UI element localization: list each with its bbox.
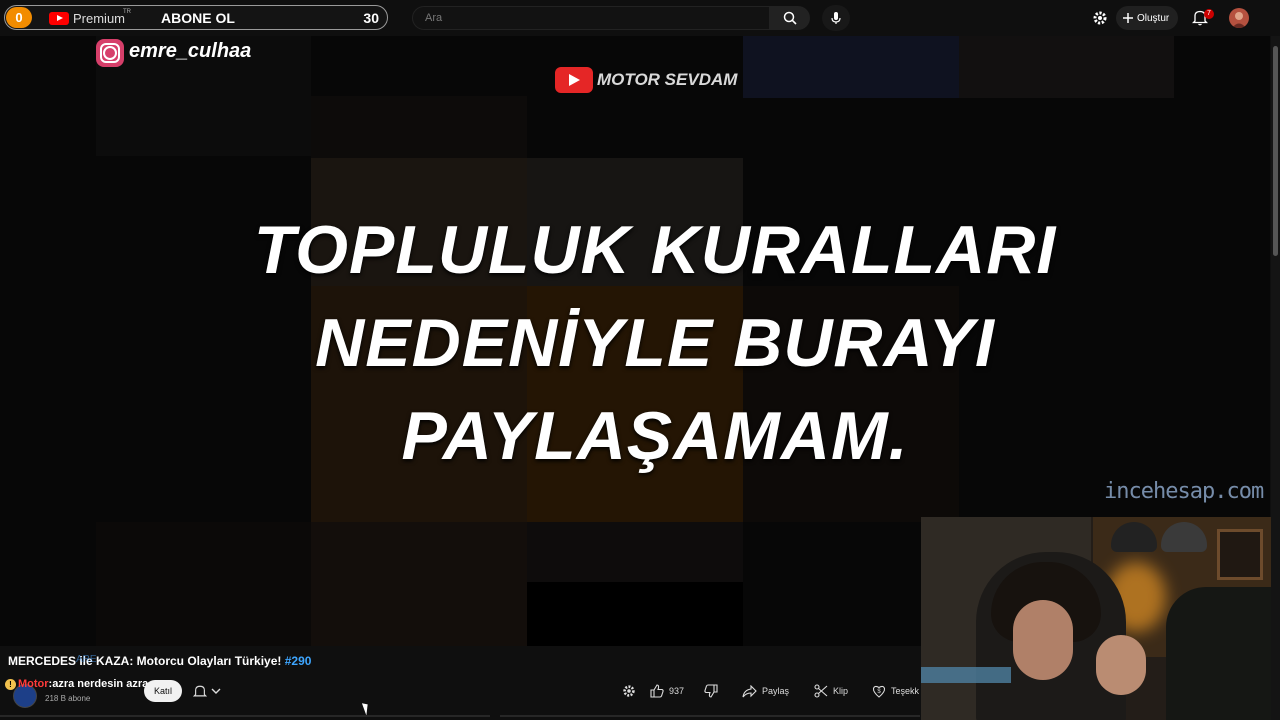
thanks-label: Teşekk — [891, 686, 920, 696]
background-tile — [96, 522, 311, 646]
subscription-bell-button[interactable] — [193, 680, 235, 702]
gear-icon[interactable] — [1092, 10, 1108, 26]
community-guidelines-notice: TOPLULUK KURALLARI NEDENİYLE BURAYI PAYL… — [220, 204, 1090, 483]
bell-icon — [193, 685, 207, 696]
chat-username: Motor — [18, 678, 49, 690]
notification-count-badge: 7 — [1204, 9, 1214, 19]
notice-line: NEDENİYLE BURAYI — [315, 305, 995, 381]
thumbs-up-icon — [650, 684, 664, 698]
gear-button[interactable] — [622, 680, 636, 702]
dislike-button[interactable] — [704, 680, 718, 702]
create-button[interactable]: Oluştur — [1116, 6, 1178, 30]
super-thanks-icon: $ — [872, 685, 886, 698]
region-label: TR — [123, 9, 131, 15]
video-title: MERCEDES ile KAZA: Motorcu Olayları Türk… — [8, 654, 311, 668]
instagram-handle: emre_culhaa — [129, 40, 252, 62]
microphone-icon — [831, 12, 841, 24]
streamer-face — [1013, 600, 1073, 680]
clip-label: Klip — [833, 686, 849, 696]
chevron-down-icon — [211, 688, 221, 694]
video-title-text: MERCEDES ile KAZA: Motorcu Olayları Türk… — [8, 654, 282, 668]
background-tile — [743, 36, 959, 98]
create-label: Oluştur — [1137, 12, 1170, 24]
clip-button[interactable]: Klip — [814, 680, 848, 702]
mouse-cursor-icon — [361, 701, 372, 716]
premium-label: Premium — [73, 11, 126, 26]
counter-badge: 0 — [6, 7, 32, 28]
divider — [0, 715, 490, 717]
like-count: 937 — [669, 686, 685, 696]
notice-line: TOPLULUK KURALLARI — [253, 212, 1057, 288]
search-input[interactable]: Ara — [412, 6, 770, 30]
channel-logo-icon — [555, 67, 593, 93]
picture-frame — [1217, 529, 1263, 580]
webcam-overlay — [921, 517, 1280, 720]
subscribe-cta: ABONE OL — [161, 10, 235, 26]
sponsor-watermark: incehesap.com — [1104, 479, 1264, 504]
jacket-image — [1166, 587, 1280, 720]
voice-search-button[interactable] — [822, 5, 850, 31]
microphone-arm — [921, 667, 1011, 683]
subscriber-count: 218 B abone — [45, 694, 91, 703]
chat-overlay-text: ARE — [76, 654, 97, 665]
top-bar: 0 Premium TR ABONE OL 30 Ara Oluştur 7 — [0, 0, 1280, 36]
search-button[interactable] — [770, 6, 810, 30]
thanks-button[interactable]: $ Teşekk — [872, 680, 919, 702]
plus-icon — [1123, 13, 1133, 23]
page-scrollbar[interactable] — [1271, 36, 1280, 720]
notice-line: PAYLAŞAMAM. — [401, 398, 909, 474]
gear-icon — [623, 685, 635, 697]
chat-alert-icon: ! — [5, 679, 16, 690]
like-button[interactable]: 937 — [650, 680, 684, 702]
youtube-logo-icon — [49, 12, 69, 25]
share-button[interactable]: Paylaş — [742, 680, 789, 702]
chat-text: azra nerdesin azra — [52, 678, 149, 690]
search-icon — [783, 11, 797, 25]
join-button[interactable]: Katıl — [144, 680, 182, 702]
svg-text:$: $ — [877, 689, 881, 695]
background-tile — [527, 522, 743, 582]
avatar[interactable] — [1229, 8, 1249, 28]
background-tile — [527, 582, 743, 646]
chat-message: Motor:azra nerdesin azra — [18, 678, 148, 690]
scrollbar-thumb[interactable] — [1273, 46, 1278, 256]
streamer-hand — [1096, 635, 1146, 695]
video-hashtag[interactable]: #290 — [285, 654, 312, 668]
search-placeholder: Ara — [425, 12, 443, 24]
scissors-icon — [814, 684, 828, 698]
background-tile — [311, 522, 527, 646]
subscribe-count: 30 — [363, 10, 379, 26]
share-icon — [742, 684, 757, 697]
background-tile — [959, 36, 1174, 98]
subscribe-counter-widget: 0 Premium TR ABONE OL 30 — [4, 5, 388, 30]
channel-logo-text: MOTOR SEVDAM — [597, 70, 738, 89]
instagram-icon — [96, 39, 124, 67]
divider — [500, 715, 920, 717]
thumbs-down-icon — [704, 684, 718, 698]
share-label: Paylaş — [762, 686, 790, 696]
background-tile — [311, 96, 527, 158]
